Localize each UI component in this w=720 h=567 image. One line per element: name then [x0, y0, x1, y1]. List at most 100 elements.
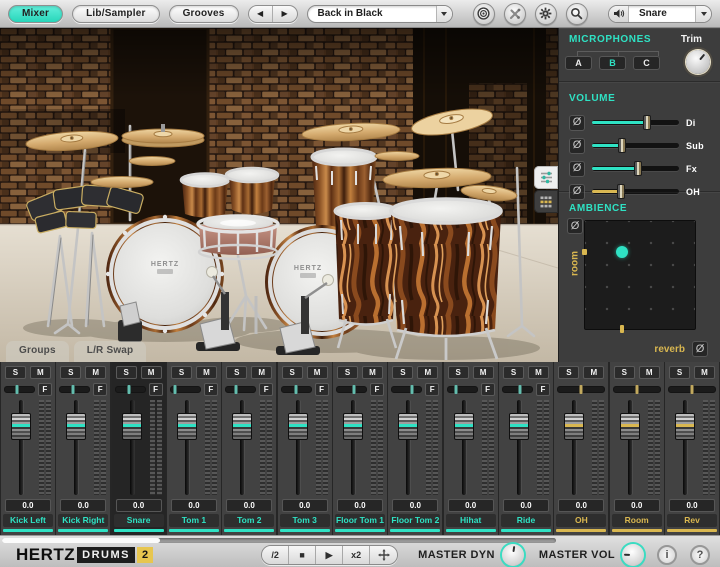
- volume-fader[interactable]: [343, 413, 364, 440]
- mixer-channel-hihat[interactable]: S M F 0.0 Hihat: [443, 362, 498, 535]
- mixer-channel-floor-tom-1[interactable]: S M F 0.0 Floor Tom 1: [333, 362, 387, 535]
- solo-button[interactable]: S: [226, 366, 248, 379]
- fx-button[interactable]: F: [480, 382, 495, 396]
- master-dyn-knob[interactable]: [501, 544, 524, 566]
- volume-slider-di[interactable]: [592, 115, 679, 130]
- pan-slider[interactable]: [170, 384, 201, 394]
- double-tempo-button[interactable]: x2: [343, 546, 371, 564]
- solo-button[interactable]: S: [503, 366, 525, 379]
- help-button[interactable]: ?: [690, 545, 710, 565]
- groups-tab[interactable]: Groups: [6, 341, 69, 362]
- phase-button-di[interactable]: Ø: [569, 114, 585, 131]
- prev-song-button[interactable]: ◀: [249, 5, 273, 22]
- channel-name[interactable]: Ride: [501, 514, 551, 527]
- mixer-channel-oh[interactable]: S M 0.0 OH: [554, 362, 609, 535]
- mute-button[interactable]: M: [638, 366, 660, 379]
- fx-button[interactable]: F: [314, 382, 329, 396]
- pan-slider[interactable]: [557, 384, 606, 394]
- mixer-channel-kick-left[interactable]: S M F 0.0 Kick Left: [1, 362, 55, 535]
- mixer-tab-button[interactable]: Mixer: [8, 4, 64, 23]
- pan-slider[interactable]: [280, 384, 312, 394]
- pan-slider[interactable]: [336, 384, 367, 394]
- channel-name[interactable]: Floor Tom 1: [335, 514, 385, 527]
- mute-button[interactable]: M: [306, 366, 328, 379]
- channel-name[interactable]: Floor Tom 2: [390, 514, 441, 527]
- search-icon[interactable]: [565, 2, 588, 25]
- pan-slider[interactable]: [446, 384, 478, 394]
- pan-slider[interactable]: [4, 384, 35, 394]
- pan-slider[interactable]: [114, 384, 146, 394]
- half-tempo-button[interactable]: /2: [262, 546, 290, 564]
- solo-button[interactable]: S: [337, 366, 358, 379]
- solo-button[interactable]: S: [171, 366, 192, 379]
- drag-midi-icon[interactable]: [370, 546, 398, 564]
- master-vol-knob[interactable]: [622, 544, 644, 566]
- mixer-channel-kick-right[interactable]: S M F 0.0 Kick Right: [56, 362, 111, 535]
- volume-fader[interactable]: [675, 413, 696, 440]
- volume-fader[interactable]: [232, 413, 253, 440]
- pan-slider[interactable]: [391, 384, 423, 394]
- mixer-channel-rev[interactable]: S M 0.0 Rev: [665, 362, 719, 535]
- speaker-icon[interactable]: [609, 5, 629, 22]
- instrument-select[interactable]: Snare: [608, 4, 712, 23]
- pan-slider[interactable]: [502, 384, 533, 394]
- reverb-phase-button[interactable]: Ø: [692, 341, 708, 357]
- drum-kit-stage[interactable]: HERTZ HERTZ Groups L/R Swap: [0, 28, 558, 362]
- volume-fader[interactable]: [509, 413, 530, 440]
- channel-name[interactable]: Snare: [113, 514, 164, 527]
- mute-button[interactable]: M: [140, 366, 162, 379]
- reverb-level-marker[interactable]: [620, 325, 625, 333]
- mute-button[interactable]: M: [85, 366, 107, 379]
- drumsticks-icon[interactable]: [503, 2, 526, 25]
- mic-button-b[interactable]: B: [599, 56, 626, 70]
- lib-sampler-tab-button[interactable]: Lib/Sampler: [72, 4, 160, 23]
- mixer-channel-tom-3[interactable]: S M F 0.0 Tom 3: [277, 362, 332, 535]
- pan-slider[interactable]: [225, 384, 257, 394]
- mixer-channel-room[interactable]: S M 0.0 Room: [609, 362, 664, 535]
- trim-knob[interactable]: [686, 50, 710, 74]
- mute-button[interactable]: M: [583, 366, 605, 379]
- mixer-flyout-button[interactable]: [534, 166, 558, 189]
- volume-fader[interactable]: [121, 413, 142, 440]
- ambience-position-dot[interactable]: [616, 246, 629, 259]
- volume-fader[interactable]: [619, 413, 640, 440]
- solo-button[interactable]: S: [60, 366, 82, 379]
- solo-button[interactable]: S: [669, 366, 691, 379]
- mute-button[interactable]: M: [528, 366, 549, 379]
- channel-name[interactable]: Room: [611, 514, 662, 527]
- mic-button-c[interactable]: C: [633, 56, 660, 70]
- volume-fader[interactable]: [564, 413, 585, 440]
- room-level-marker[interactable]: [582, 249, 587, 256]
- song-select-arrow-icon[interactable]: [435, 5, 452, 22]
- play-button[interactable]: ▶: [316, 546, 344, 564]
- pan-slider[interactable]: [59, 384, 91, 394]
- channel-name[interactable]: Hihat: [445, 514, 496, 527]
- volume-slider-sub[interactable]: [592, 138, 679, 153]
- mute-button[interactable]: M: [251, 366, 273, 379]
- pan-slider[interactable]: [612, 384, 661, 394]
- pan-slider[interactable]: [668, 384, 716, 394]
- fx-button[interactable]: F: [93, 382, 108, 396]
- channel-name[interactable]: Tom 2: [224, 514, 275, 527]
- mic-button-a[interactable]: A: [565, 56, 592, 70]
- volume-fader[interactable]: [398, 413, 419, 440]
- mixer-channel-tom-1[interactable]: S M F 0.0 Tom 1: [167, 362, 221, 535]
- mixer-channel-snare[interactable]: S M F 0.0 Snare: [111, 362, 166, 535]
- volume-fader[interactable]: [11, 413, 31, 440]
- solo-button[interactable]: S: [558, 366, 580, 379]
- mixer-channel-ride[interactable]: S M F 0.0 Ride: [499, 362, 553, 535]
- ambience-xy-pad[interactable]: [582, 220, 696, 333]
- fx-button[interactable]: F: [37, 382, 52, 396]
- channel-name[interactable]: Rev: [667, 514, 717, 527]
- volume-slider-fx[interactable]: [592, 161, 679, 176]
- channel-name[interactable]: OH: [556, 514, 607, 527]
- gear-icon[interactable]: [534, 2, 557, 25]
- fx-button[interactable]: F: [203, 382, 218, 396]
- mixer-channel-floor-tom-2[interactable]: S M F 0.0 Floor Tom 2: [388, 362, 443, 535]
- info-button[interactable]: i: [657, 545, 677, 565]
- volume-fader[interactable]: [66, 413, 87, 440]
- solo-button[interactable]: S: [392, 366, 414, 379]
- fx-button[interactable]: F: [369, 382, 384, 396]
- mixer-channel-tom-2[interactable]: S M F 0.0 Tom 2: [222, 362, 277, 535]
- solo-button[interactable]: S: [447, 366, 469, 379]
